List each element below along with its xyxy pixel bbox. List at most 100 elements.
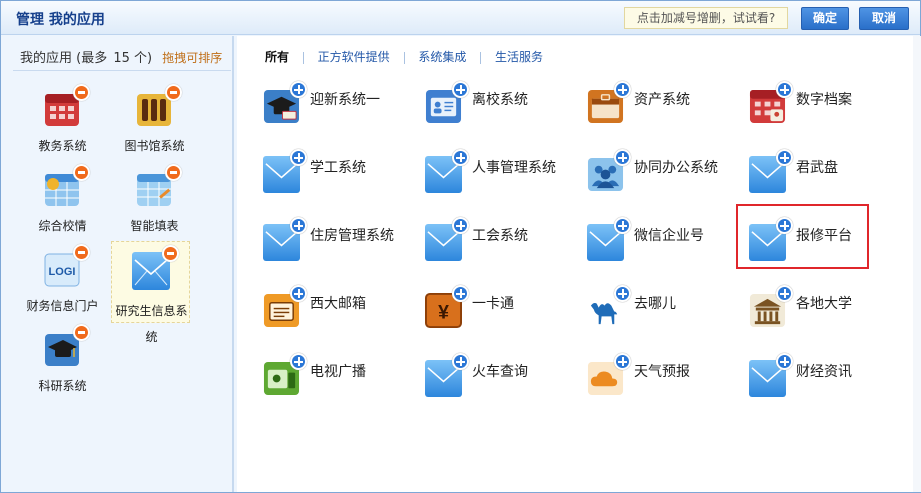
hint-tooltip: 点击加减号增删，试试看? bbox=[624, 7, 788, 29]
divider bbox=[13, 70, 231, 71]
scrollbar[interactable] bbox=[913, 36, 921, 492]
app-item[interactable]: 君武盘 bbox=[749, 146, 899, 194]
app-item[interactable]: 电视广播 bbox=[263, 350, 413, 398]
divider bbox=[480, 51, 482, 64]
add-app-button[interactable] bbox=[614, 149, 631, 166]
add-app-button[interactable] bbox=[614, 353, 631, 370]
my-app-item[interactable]: LOGI 财务信息门户 bbox=[23, 238, 102, 320]
add-app-button[interactable] bbox=[452, 353, 469, 370]
my-app-label: 教务系统 bbox=[38, 139, 87, 153]
app-label: 火车查询 bbox=[472, 364, 528, 380]
my-apps-panel: 我的应用 (最多 15 个) 拖拽可排序 教务系统 图书馆系统 综合校情 智能填… bbox=[5, 36, 234, 492]
app-item[interactable]: 财经资讯 bbox=[749, 350, 899, 398]
app-label: 协同办公系统 bbox=[634, 160, 718, 176]
my-app-label: 财务信息门户 bbox=[26, 299, 99, 313]
app-label: 财经资讯 bbox=[796, 364, 852, 380]
add-app-button[interactable] bbox=[290, 217, 307, 234]
category-tabs: 所有 正方软件提供 系统集成 生活服务 bbox=[265, 48, 553, 65]
app-item[interactable]: 数字档案 bbox=[749, 78, 899, 126]
my-app-label: 智能填表 bbox=[130, 219, 179, 233]
my-app-label: 综合校情 bbox=[38, 219, 87, 233]
add-app-button[interactable] bbox=[776, 81, 793, 98]
app-item[interactable]: 学工系统 bbox=[263, 146, 413, 194]
app-label: 人事管理系统 bbox=[472, 160, 556, 176]
add-app-button[interactable] bbox=[290, 285, 307, 302]
add-app-button[interactable] bbox=[290, 81, 307, 98]
app-item[interactable]: 人事管理系统 bbox=[425, 146, 575, 194]
tab-integration[interactable]: 系统集成 bbox=[408, 48, 476, 65]
app-item[interactable]: 去哪儿 bbox=[587, 282, 737, 330]
app-label: 一卡通 bbox=[472, 296, 514, 312]
my-app-item[interactable]: 教务系统 bbox=[23, 78, 102, 160]
my-app-item[interactable]: 图书馆系统 bbox=[115, 78, 194, 160]
confirm-button[interactable]: 确定 bbox=[801, 7, 849, 30]
app-item[interactable]: 天气预报 bbox=[587, 350, 737, 398]
app-item[interactable]: 微信企业号 bbox=[587, 214, 737, 262]
app-label: 各地大学 bbox=[796, 296, 852, 312]
remove-app-button[interactable] bbox=[165, 84, 182, 101]
my-app-item-selected[interactable]: 研究生信息系统 bbox=[111, 241, 190, 344]
app-label: 天气预报 bbox=[634, 364, 690, 380]
remove-app-button[interactable] bbox=[162, 245, 179, 262]
app-item[interactable]: 迎新系统一 bbox=[263, 78, 413, 126]
app-label: 工会系统 bbox=[472, 228, 528, 244]
app-label: 电视广播 bbox=[310, 364, 366, 380]
tab-zfsoft[interactable]: 正方软件提供 bbox=[308, 48, 400, 65]
remove-app-button[interactable] bbox=[73, 164, 90, 181]
app-label: 数字档案 bbox=[796, 92, 852, 108]
remove-app-button[interactable] bbox=[73, 244, 90, 261]
app-label: 住房管理系统 bbox=[310, 228, 394, 244]
add-app-button[interactable] bbox=[452, 217, 469, 234]
app-label: 离校系统 bbox=[472, 92, 528, 108]
app-item[interactable]: 工会系统 bbox=[425, 214, 575, 262]
my-apps-heading: 我的应用 (最多 15 个) 拖拽可排序 bbox=[20, 47, 222, 66]
app-item[interactable]: ¥ 一卡通 bbox=[425, 282, 575, 330]
my-app-item[interactable]: 综合校情 bbox=[23, 158, 102, 240]
my-apps-count: 15 个) bbox=[113, 51, 153, 66]
add-app-button[interactable] bbox=[614, 81, 631, 98]
my-app-label: 研究生信息系统 bbox=[115, 304, 188, 344]
app-label: 西大邮箱 bbox=[310, 296, 366, 312]
app-item[interactable]: 资产系统 bbox=[587, 78, 737, 126]
add-app-button[interactable] bbox=[452, 149, 469, 166]
add-app-button[interactable] bbox=[614, 285, 631, 302]
my-app-label: 科研系统 bbox=[38, 379, 87, 393]
dialog-header: 管理 我的应用 点击加减号增删，试试看? 确定 取消 bbox=[1, 1, 920, 35]
svg-text:LOGI: LOGI bbox=[49, 266, 76, 278]
app-item[interactable]: 住房管理系统 bbox=[263, 214, 413, 262]
app-item[interactable]: 离校系统 bbox=[425, 78, 575, 126]
app-item[interactable]: 火车查询 bbox=[425, 350, 575, 398]
remove-app-button[interactable] bbox=[165, 164, 182, 181]
my-app-item[interactable]: 科研系统 bbox=[23, 318, 102, 400]
divider bbox=[403, 51, 405, 64]
add-app-button[interactable] bbox=[776, 353, 793, 370]
add-app-button[interactable] bbox=[776, 149, 793, 166]
all-apps-panel: 所有 正方软件提供 系统集成 生活服务 迎新系统一 离校系统 资产系统 数字档案… bbox=[237, 36, 920, 492]
my-app-item[interactable]: 智能填表 bbox=[115, 158, 194, 240]
app-item[interactable]: 协同办公系统 bbox=[587, 146, 737, 194]
sort-hint: 拖拽可排序 bbox=[162, 51, 223, 65]
cancel-button[interactable]: 取消 bbox=[859, 7, 909, 30]
tab-all[interactable]: 所有 bbox=[265, 48, 299, 65]
add-app-button[interactable] bbox=[452, 81, 469, 98]
app-label: 学工系统 bbox=[310, 160, 366, 176]
app-label: 微信企业号 bbox=[634, 228, 704, 244]
add-app-button[interactable] bbox=[776, 285, 793, 302]
highlight-box bbox=[736, 204, 869, 269]
app-item[interactable]: 西大邮箱 bbox=[263, 282, 413, 330]
dialog-title: 管理 我的应用 bbox=[16, 12, 105, 28]
divider bbox=[302, 51, 304, 64]
add-app-button[interactable] bbox=[290, 353, 307, 370]
remove-app-button[interactable] bbox=[73, 84, 90, 101]
tab-life[interactable]: 生活服务 bbox=[485, 48, 553, 65]
add-app-button[interactable] bbox=[614, 217, 631, 234]
app-label: 迎新系统一 bbox=[310, 92, 380, 108]
add-app-button[interactable] bbox=[452, 285, 469, 302]
app-item[interactable]: 各地大学 bbox=[749, 282, 899, 330]
app-manager-dialog: 管理 我的应用 点击加减号增删，试试看? 确定 取消 我的应用 (最多 15 个… bbox=[0, 0, 921, 493]
svg-text:¥: ¥ bbox=[438, 301, 449, 323]
my-app-label: 图书馆系统 bbox=[124, 139, 185, 153]
add-app-button[interactable] bbox=[290, 149, 307, 166]
remove-app-button[interactable] bbox=[73, 324, 90, 341]
app-label: 资产系统 bbox=[634, 92, 690, 108]
